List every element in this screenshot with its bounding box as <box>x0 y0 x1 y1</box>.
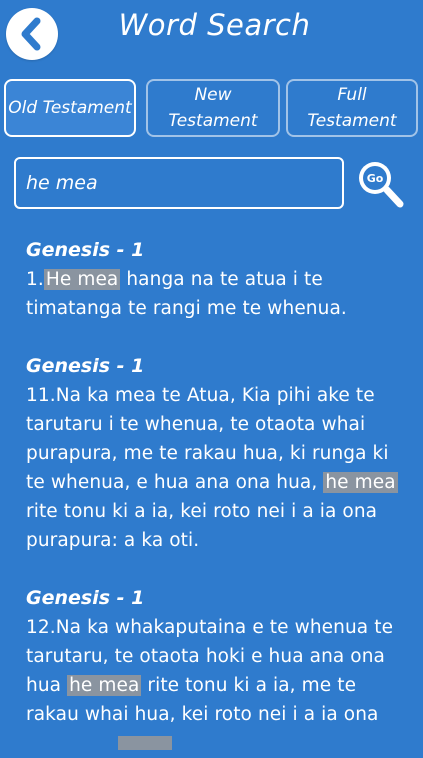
result-verse: 12.Na ka whakaputaina e te whenua te tar… <box>26 617 394 725</box>
result-verse: 1. He mea hanga na te atua i te timatanga… <box>26 269 347 319</box>
result-reference: Genesis - 1 <box>26 587 145 609</box>
match-highlight: he mea <box>323 472 398 493</box>
list-item[interactable]: Genesis - 1 12.Na ka whakaputaina e te w… <box>26 584 406 729</box>
list-item[interactable]: Genesis - 1 1. He mea hanga na te atua i … <box>26 236 406 323</box>
tab-full-testament[interactable]: Full Testament <box>286 79 418 137</box>
magnifier-go-icon: Go <box>359 162 404 208</box>
header: Word Search <box>0 0 423 60</box>
result-reference: Genesis - 1 <box>26 239 145 261</box>
testament-tabs: Old Testament New Testament Full Testament <box>4 79 418 139</box>
search-input-value: he mea <box>26 172 98 194</box>
go-search-button[interactable]: Go <box>356 158 406 210</box>
result-reference: Genesis - 1 <box>26 355 145 377</box>
go-label: Go <box>367 172 384 185</box>
match-highlight: He mea <box>43 269 121 290</box>
tab-new-testament[interactable]: New Testament <box>146 79 280 137</box>
match-highlight-partial <box>118 736 172 750</box>
result-verse: 11.Na ka mea te Atua, Kia pihi ake te ta… <box>26 385 398 551</box>
tab-old-testament-label: Old Testament <box>8 98 132 118</box>
search-input[interactable]: he mea <box>14 157 344 209</box>
results-list: Genesis - 1 1. He mea hanga na te atua i … <box>26 236 406 758</box>
list-item[interactable]: Genesis - 1 11.Na ka mea te Atua, Kia pi… <box>26 352 406 555</box>
match-highlight: he mea <box>67 675 142 696</box>
tab-new-testament-label: New Testament <box>168 85 258 131</box>
tab-old-testament[interactable]: Old Testament <box>4 79 136 137</box>
tab-full-testament-label: Full Testament <box>307 85 397 131</box>
page-title: Word Search <box>118 8 311 42</box>
